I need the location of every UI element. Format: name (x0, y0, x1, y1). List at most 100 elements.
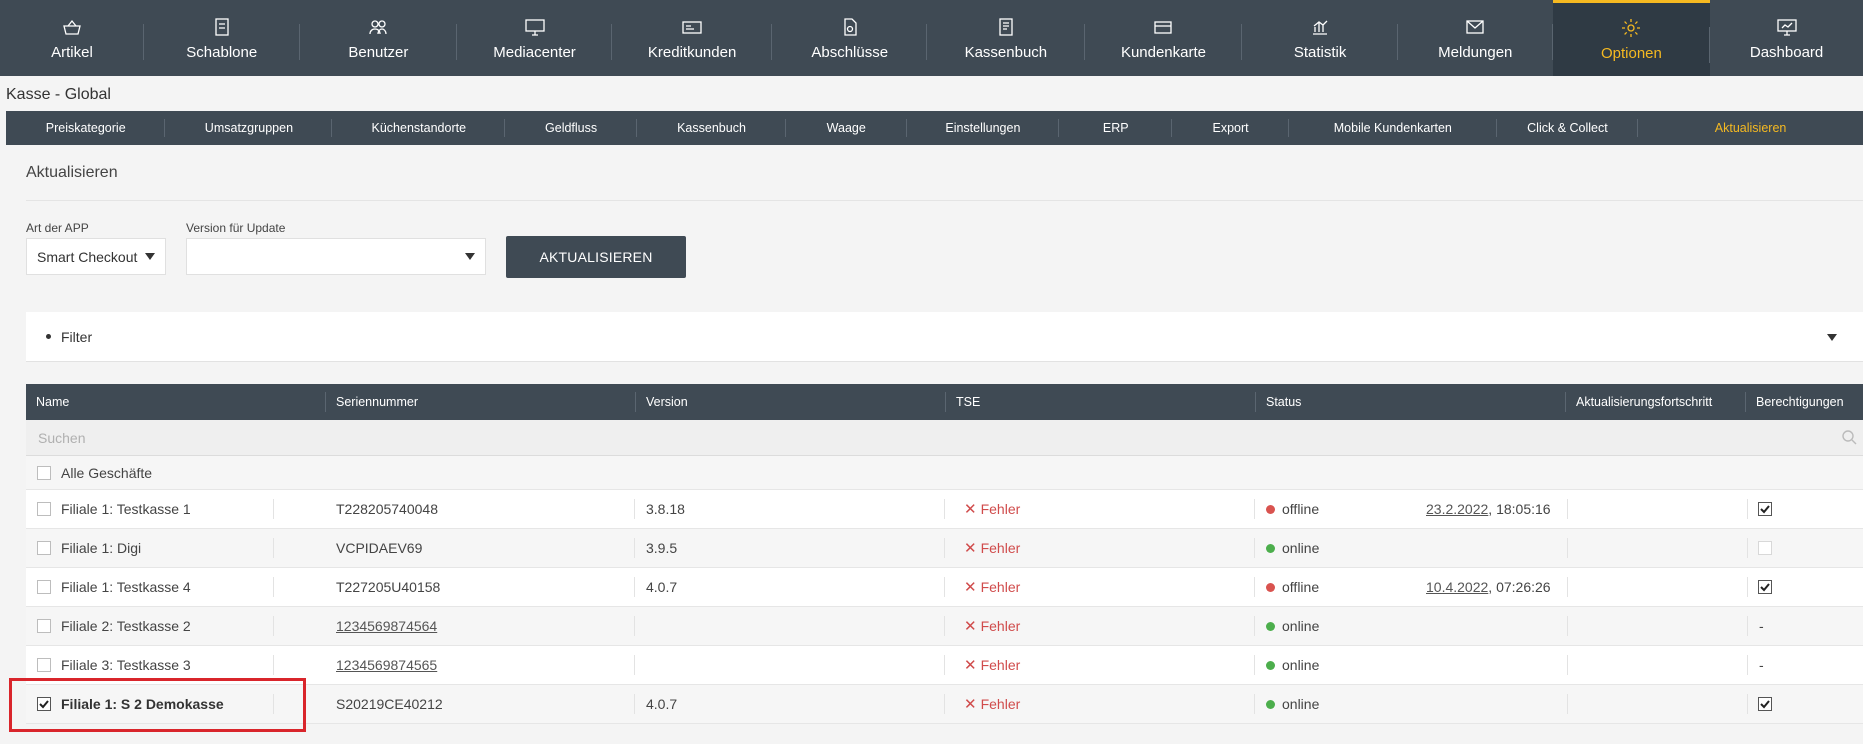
subnav-einstellungen[interactable]: Einstellungen (907, 111, 1060, 145)
subnav-waage[interactable]: Waage (786, 111, 907, 145)
status-text: online (1282, 657, 1320, 673)
cell-divider (1254, 655, 1255, 675)
permission-checkbox[interactable] (1758, 697, 1772, 711)
chevron-down-icon[interactable] (1827, 334, 1837, 341)
row-select-checkbox[interactable] (37, 541, 51, 555)
sub-navigation: Preiskategorie Umsatzgruppen Küchenstand… (6, 111, 1863, 145)
table-row[interactable]: Filiale 1: Digi VCPIDAEV69 3.9.5 ✕ Fehler onl… (26, 529, 1863, 568)
update-button[interactable]: AKTUALISIEREN (506, 236, 686, 278)
filter-panel[interactable]: Filter (26, 312, 1863, 362)
devices-table: Name Seriennummer Version TSE Status Akt… (26, 384, 1863, 724)
column-header-permissions[interactable]: Berechtigungen (1746, 384, 1863, 420)
nav-mediacenter[interactable]: Mediacenter (457, 0, 612, 76)
table-row[interactable]: Filiale 1: Testkasse 1 T228205740048 3.8.1… (26, 490, 1863, 529)
status-text: offline (1282, 501, 1320, 517)
status-dot-icon (1266, 582, 1275, 592)
all-stores-row: Alle Geschäfte (26, 456, 1863, 490)
subnav-aktualisieren[interactable]: Aktualisieren (1638, 111, 1863, 145)
nav-benutzer[interactable]: Benutzer (300, 0, 458, 76)
nav-kundenkarte[interactable]: Kundenkarte (1085, 0, 1243, 76)
subnav-export[interactable]: Export (1172, 111, 1289, 145)
row-select-checkbox[interactable] (37, 658, 51, 672)
last-seen-date[interactable]: 10.4.2022 (1426, 579, 1488, 595)
cell-divider (1747, 616, 1748, 636)
status-text: online (1282, 618, 1320, 634)
cell-divider (273, 616, 274, 636)
subnav-kuechenstandorte[interactable]: Küchenstandorte (332, 111, 505, 145)
last-seen-time: , 07:26:26 (1488, 579, 1551, 595)
nav-statistik[interactable]: Statistik (1242, 0, 1398, 76)
serial-number[interactable]: 1234569874565 (336, 657, 437, 673)
nav-meldungen[interactable]: Meldungen (1398, 0, 1553, 76)
subnav-mobile-kundenkarten[interactable]: Mobile Kundenkarten (1289, 111, 1497, 145)
last-seen-time: , 18:05:16 (1488, 501, 1551, 517)
tse-status-text: Fehler (980, 501, 1021, 517)
subnav-umsatzgruppen[interactable]: Umsatzgruppen (165, 111, 333, 145)
table-search-row (26, 420, 1863, 456)
tse-status: ✕ Fehler (964, 578, 1020, 596)
filter-label: Filter (61, 328, 93, 345)
subnav-geldfluss[interactable]: Geldfluss (505, 111, 637, 145)
nav-dashboard[interactable]: Dashboard (1710, 0, 1863, 76)
app-type-select[interactable]: Smart Checkout (26, 238, 166, 275)
subnav-click-collect[interactable]: Click & Collect (1497, 111, 1639, 145)
error-x-icon: ✕ (964, 657, 977, 674)
app-type-value: Smart Checkout (37, 248, 138, 265)
column-header-tse[interactable]: TSE (946, 384, 1256, 420)
users-icon (367, 16, 389, 38)
device-name: Filiale 1: Testkasse 1 (61, 501, 191, 517)
nav-optionen[interactable]: Optionen (1552, 0, 1711, 76)
app-type-label: Art der APP (26, 221, 89, 235)
column-header-version[interactable]: Version (636, 384, 946, 420)
search-icon[interactable] (1841, 429, 1857, 450)
permission-text: - (1759, 657, 1764, 673)
nav-label: Kundenkarte (1120, 43, 1207, 61)
permission-checkbox[interactable] (1758, 502, 1772, 516)
cell-divider (634, 616, 635, 636)
cell-divider (1747, 499, 1748, 519)
column-header-status[interactable]: Status (1256, 384, 1566, 420)
serial-number[interactable]: 1234569874564 (336, 618, 437, 634)
customer-card-icon (1152, 16, 1174, 38)
nav-kreditkunden[interactable]: Kreditkunden (612, 0, 773, 76)
all-stores-checkbox[interactable] (37, 466, 51, 480)
status-dot-icon (1266, 621, 1275, 631)
table-row[interactable]: Filiale 1: Testkasse 4 T227205U40158 4.0.7… (26, 568, 1863, 607)
subnav-preiskategorie[interactable]: Preiskategorie (6, 111, 166, 145)
serial-number: T228205740048 (336, 501, 438, 517)
nav-label: Meldungen (1438, 43, 1513, 61)
cell-divider (1254, 694, 1255, 714)
last-seen-date[interactable]: 23.2.2022 (1426, 501, 1488, 517)
cell-divider (1567, 499, 1568, 519)
search-input[interactable] (26, 420, 1863, 456)
column-header-name[interactable]: Name (26, 384, 326, 420)
status-dot-icon (1266, 699, 1275, 709)
nav-artikel[interactable]: Artikel (0, 0, 144, 76)
chart-icon (1310, 16, 1330, 38)
nav-abschluesse[interactable]: Abschlüsse (772, 0, 927, 76)
permission-checkbox[interactable] (1758, 541, 1772, 555)
mail-icon (1464, 16, 1486, 38)
version-select[interactable] (186, 238, 486, 275)
selection-highlight-box (9, 678, 306, 732)
row-select-checkbox[interactable] (37, 580, 51, 594)
error-x-icon: ✕ (964, 618, 977, 635)
cell-divider (1254, 577, 1255, 597)
chevron-down-icon (145, 253, 155, 260)
gear-icon (1620, 17, 1642, 39)
column-header-serial[interactable]: Seriennummer (326, 384, 636, 420)
cell-divider (273, 655, 274, 675)
column-header-progress[interactable]: Aktualisierungsfortschritt (1566, 384, 1746, 420)
subnav-erp[interactable]: ERP (1059, 111, 1173, 145)
row-select-checkbox[interactable] (37, 619, 51, 633)
error-x-icon: ✕ (964, 579, 977, 596)
cell-divider (1567, 538, 1568, 558)
permission-checkbox[interactable] (1758, 580, 1772, 594)
subnav-kassenbuch[interactable]: Kassenbuch (637, 111, 786, 145)
page-title: Kasse - Global (6, 86, 111, 103)
nav-schablone[interactable]: Schablone (144, 0, 300, 76)
nav-kassenbuch[interactable]: Kassenbuch (927, 0, 1085, 76)
row-select-checkbox[interactable] (37, 502, 51, 516)
table-row[interactable]: Filiale 2: Testkasse 2 1234569874564 ✕ Fehl… (26, 607, 1863, 646)
nav-label: Mediacenter (493, 43, 576, 61)
